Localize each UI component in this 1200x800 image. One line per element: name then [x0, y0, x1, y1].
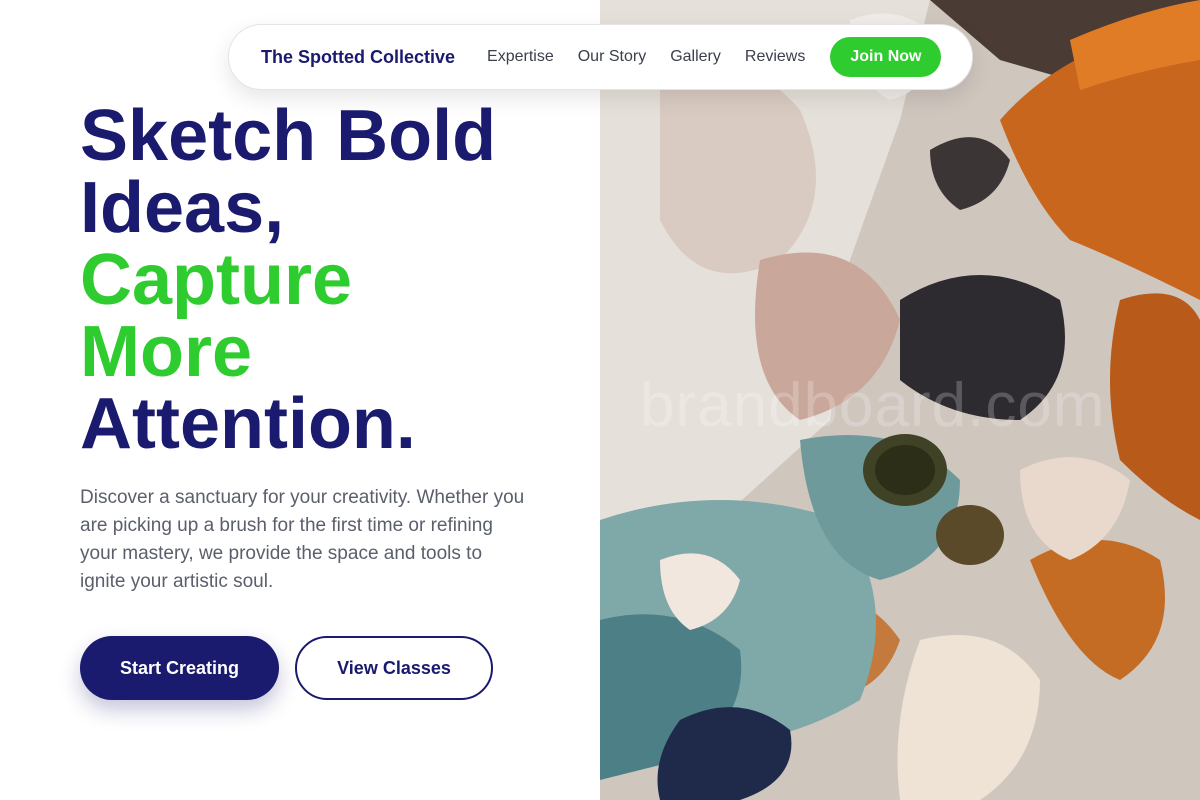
hero-artwork: brandboard.com: [600, 0, 1200, 800]
nav-link-our-story[interactable]: Our Story: [578, 48, 646, 66]
nav-link-expertise[interactable]: Expertise: [487, 48, 554, 66]
nav-link-gallery[interactable]: Gallery: [670, 48, 721, 66]
headline-line-5: Attention.: [80, 384, 416, 464]
brand-logo-text[interactable]: The Spotted Collective: [261, 47, 455, 68]
watermark-text: brandboard.com: [640, 371, 1106, 440]
headline-line-1: Sketch Bold: [80, 96, 497, 176]
hero-description: Discover a sanctuary for your creativity…: [80, 487, 525, 592]
headline-accent-line-2: More: [80, 312, 253, 392]
join-now-button[interactable]: Join Now: [830, 37, 942, 77]
headline-accent-line-1: Capture: [80, 240, 353, 320]
top-navigation: The Spotted Collective Expertise Our Sto…: [228, 24, 973, 90]
nav-link-reviews[interactable]: Reviews: [745, 48, 805, 66]
view-classes-button[interactable]: View Classes: [295, 636, 493, 700]
start-creating-button[interactable]: Start Creating: [80, 636, 279, 700]
headline-line-2: Ideas,: [80, 168, 285, 248]
hero-headline: Sketch Bold Ideas, Capture More Attentio…: [80, 100, 580, 460]
